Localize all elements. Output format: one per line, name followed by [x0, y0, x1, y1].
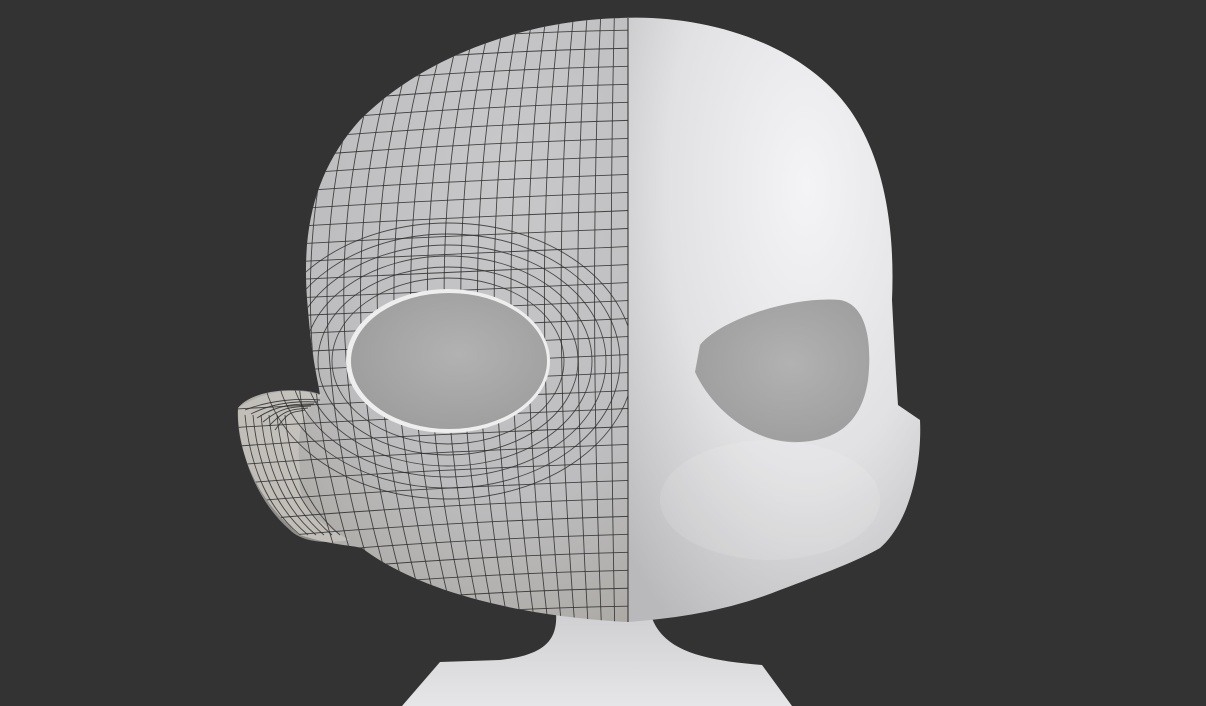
neck-shape: [402, 612, 792, 706]
character-head-model: [237, 17, 921, 706]
3d-viewport[interactable]: [0, 0, 1206, 706]
